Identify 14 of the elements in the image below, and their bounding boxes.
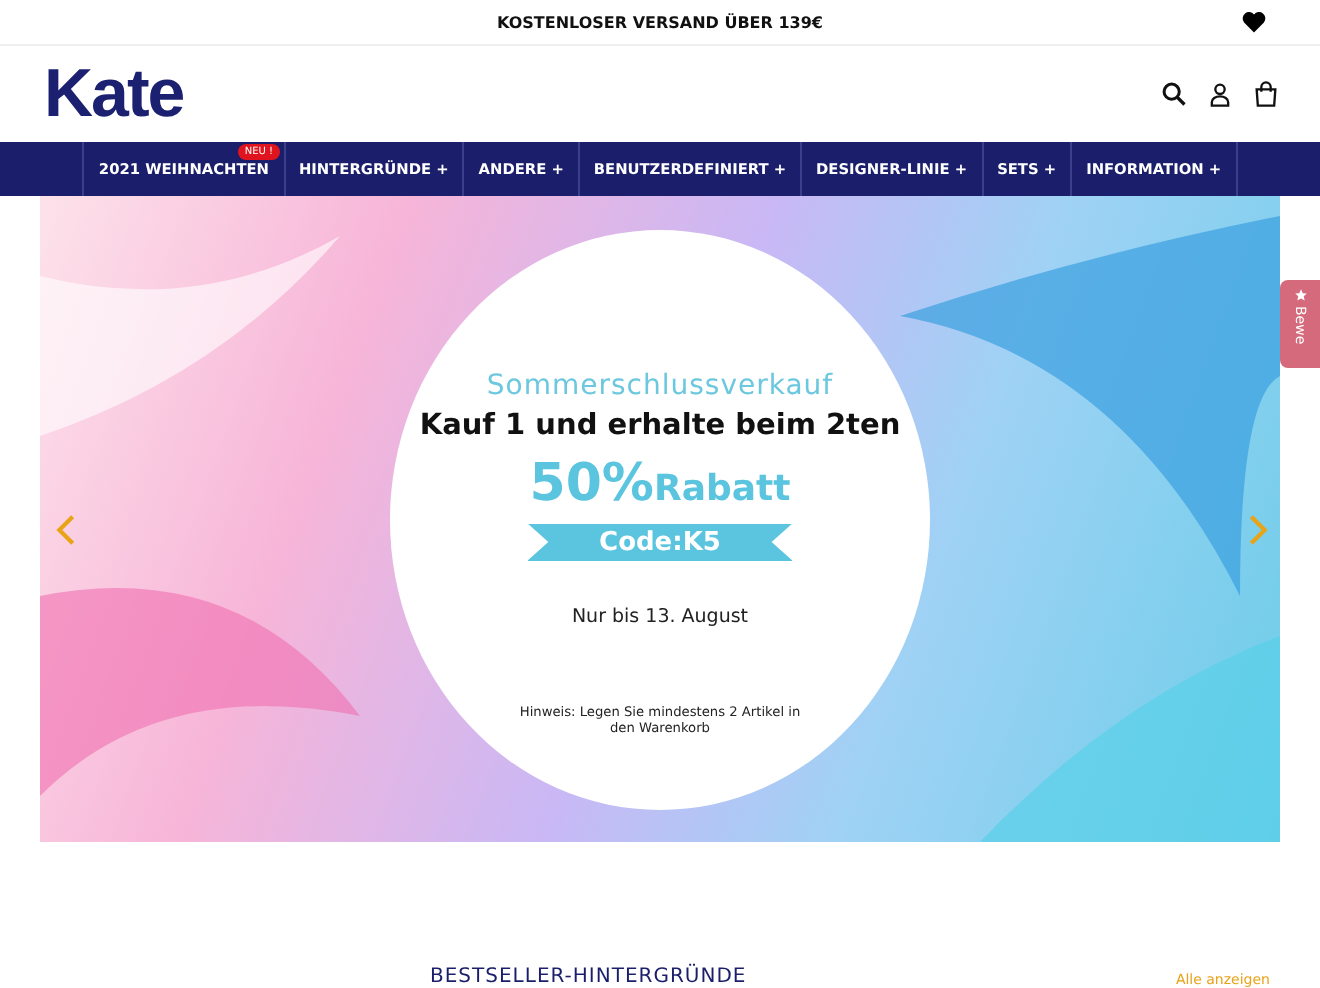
logo[interactable]: Kate bbox=[44, 60, 184, 128]
heart-icon[interactable] bbox=[1240, 8, 1268, 36]
star-icon bbox=[1293, 288, 1307, 302]
announcement-text: KOSTENLOSER VERSAND ÜBER 139€ bbox=[497, 13, 823, 31]
shopping-bag-icon[interactable] bbox=[1252, 80, 1280, 108]
discount-label: Rabatt bbox=[653, 467, 791, 509]
search-icon[interactable] bbox=[1160, 80, 1188, 108]
section-title: BESTSELLER-HINTERGRÜNDE bbox=[430, 966, 747, 988]
promo-title: Sommerschlussverkauf bbox=[486, 369, 834, 401]
coupon-ribbon: Code:K5 bbox=[527, 523, 793, 561]
account-icon[interactable] bbox=[1206, 80, 1234, 108]
discount-percent: 50% bbox=[529, 453, 654, 513]
promo-headline: Kauf 1 und erhalte beim 2ten bbox=[419, 409, 901, 441]
promo-date: Nur bis 13. August bbox=[571, 605, 749, 627]
